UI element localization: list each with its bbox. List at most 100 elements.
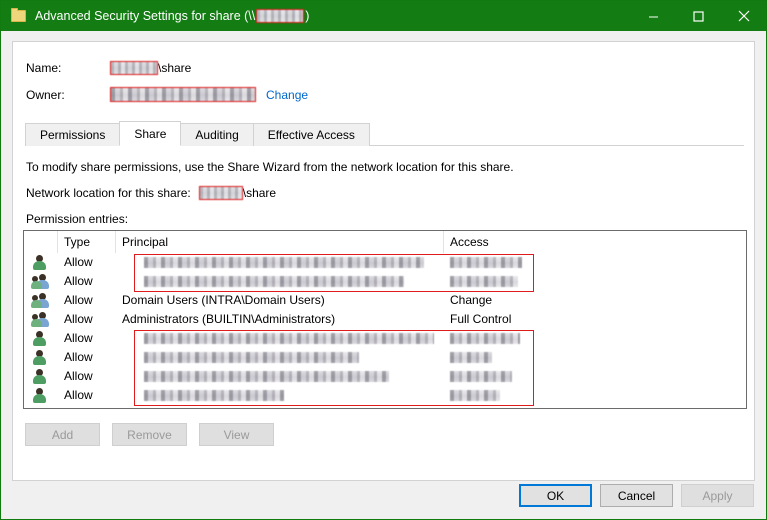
tab-permissions-label: Permissions — [40, 128, 106, 142]
table-row-icon-cell — [24, 348, 58, 367]
view-button[interactable]: View — [199, 423, 274, 446]
share-description: To modify share permissions, use the Sha… — [26, 160, 514, 174]
table-cell-type: Allow — [64, 312, 93, 326]
table-cell-type: Allow — [64, 369, 93, 383]
add-button[interactable]: Add — [25, 423, 100, 446]
principal-redaction — [144, 333, 434, 345]
folder-icon — [11, 8, 27, 24]
entry-action-buttons: Add Remove View — [25, 423, 286, 446]
owner-change-link[interactable]: Change — [266, 88, 308, 102]
access-redaction — [450, 371, 512, 383]
tab-auditing[interactable]: Auditing — [180, 123, 254, 146]
table-cell-access — [444, 253, 744, 272]
tab-permissions[interactable]: Permissions — [25, 123, 121, 146]
table-cell-principal — [116, 272, 444, 291]
advanced-security-settings-window: Advanced Security Settings for share (\\… — [0, 0, 767, 520]
close-button[interactable] — [721, 1, 766, 31]
tab-share[interactable]: Share — [119, 121, 182, 146]
tab-auditing-label: Auditing — [195, 128, 239, 142]
cancel-button-label: Cancel — [617, 488, 656, 503]
user-icon — [32, 350, 49, 365]
caption-buttons — [631, 1, 766, 31]
table-row[interactable]: Allow — [24, 272, 746, 291]
table-row-icon-cell — [24, 291, 58, 310]
name-value-suffix: \share — [158, 61, 192, 75]
ok-button[interactable]: OK — [519, 484, 592, 507]
tab-strip: Permissions Share Auditing Effective Acc… — [25, 121, 370, 146]
network-location-label: Network location for this share: — [26, 186, 191, 200]
table-cell-type: Allow — [64, 274, 93, 288]
permission-entries-list[interactable]: Type Principal Access Allow Allow Allow Dom… — [23, 230, 747, 409]
tab-effective-access-label: Effective Access — [267, 128, 355, 142]
table-row-icon-cell — [24, 310, 58, 329]
table-cell-access — [444, 272, 744, 291]
network-location-redaction — [198, 186, 243, 200]
user-icon — [32, 255, 49, 270]
apply-button[interactable]: Apply — [681, 484, 754, 507]
window-title-redaction — [256, 9, 305, 23]
access-redaction — [450, 390, 500, 402]
table-row[interactable]: Allow Administrators (BUILTIN\Administrat… — [24, 310, 746, 329]
table-cell-access: Full Control — [450, 312, 512, 326]
remove-button[interactable]: Remove — [112, 423, 187, 446]
dialog-footer-buttons: OK Cancel Apply — [511, 484, 754, 507]
column-header-type[interactable]: Type — [58, 231, 116, 253]
name-label: Name: — [26, 61, 62, 75]
permission-entries-label: Permission entries: — [26, 212, 129, 226]
table-cell-principal: Administrators (BUILTIN\Administrators) — [122, 312, 336, 326]
name-row: Name: \share — [26, 61, 191, 75]
group-icon — [31, 312, 49, 327]
window-title-prefix: Advanced Security Settings for share (\\ — [35, 9, 256, 23]
cancel-button[interactable]: Cancel — [600, 484, 673, 507]
add-button-label: Add — [51, 427, 74, 442]
maximize-button[interactable] — [676, 1, 721, 31]
access-redaction — [450, 257, 522, 269]
title-bar: Advanced Security Settings for share (\\… — [1, 1, 766, 31]
table-row-icon-cell — [24, 253, 58, 272]
table-row[interactable]: Allow — [24, 367, 746, 386]
owner-value-redaction — [110, 87, 256, 102]
access-redaction — [450, 352, 492, 364]
column-header-principal[interactable]: Principal — [116, 231, 444, 253]
window-title: Advanced Security Settings for share (\\… — [35, 9, 309, 23]
table-row[interactable]: Allow — [24, 386, 746, 405]
user-icon — [32, 369, 49, 384]
column-header-icon — [24, 231, 58, 253]
principal-redaction — [144, 352, 359, 364]
table-cell-type: Allow — [64, 255, 93, 269]
user-icon — [32, 331, 49, 346]
access-redaction — [450, 333, 520, 345]
list-rows: Allow Allow Allow Domain Users (INTRA\Domai… — [24, 253, 746, 405]
table-row[interactable]: Allow Domain Users (INTRA\Domain Users) Ch… — [24, 291, 746, 310]
group-icon — [31, 274, 49, 289]
principal-redaction — [144, 276, 404, 288]
owner-row: Owner: Change — [26, 87, 308, 102]
column-header-access[interactable]: Access — [444, 231, 744, 253]
remove-button-label: Remove — [127, 427, 172, 442]
table-cell-type: Allow — [64, 293, 93, 307]
principal-redaction — [144, 257, 424, 269]
dialog-page: Name: \share Owner: Change Permissions S… — [12, 41, 755, 481]
view-button-label: View — [223, 427, 250, 442]
owner-label: Owner: — [26, 87, 65, 102]
table-cell-access — [444, 386, 744, 405]
table-cell-access: Change — [450, 293, 493, 307]
window-title-suffix: ) — [305, 9, 310, 23]
table-cell-type: Allow — [64, 331, 93, 345]
apply-button-label: Apply — [702, 488, 733, 503]
table-row[interactable]: Allow — [24, 348, 746, 367]
minimize-button[interactable] — [631, 1, 676, 31]
table-cell-principal — [116, 386, 444, 405]
table-row-icon-cell — [24, 272, 58, 291]
tab-effective-access[interactable]: Effective Access — [252, 123, 370, 146]
list-header-row: Type Principal Access — [24, 231, 746, 253]
table-row[interactable]: Allow — [24, 329, 746, 348]
table-cell-principal — [116, 348, 444, 367]
principal-redaction — [144, 371, 389, 383]
user-icon — [32, 388, 49, 403]
table-row[interactable]: Allow — [24, 253, 746, 272]
network-location-suffix: \share — [242, 186, 277, 200]
tab-share-label: Share — [134, 127, 167, 141]
principal-redaction — [144, 390, 284, 402]
network-location-row: Network location for this share: \share — [26, 186, 276, 200]
